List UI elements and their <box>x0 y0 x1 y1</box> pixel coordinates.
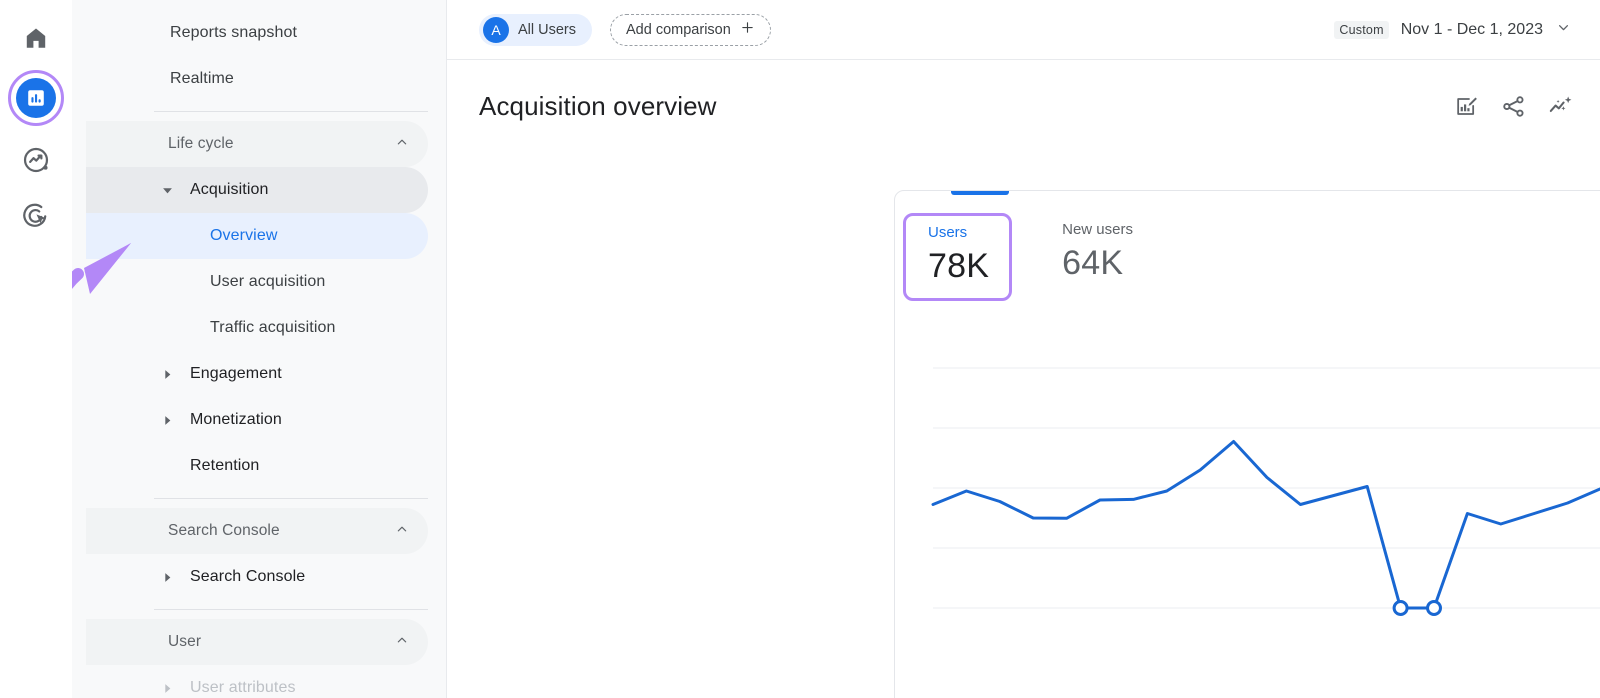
caret-right-icon <box>160 570 174 584</box>
sidebar-item-reports-snapshot[interactable]: Reports snapshot <box>86 10 428 56</box>
sidebar-item-label: Reports snapshot <box>86 24 297 42</box>
caret-down-icon <box>160 183 174 197</box>
date-range-picker[interactable]: Custom Nov 1 - Dec 1, 2023 <box>1334 19 1578 41</box>
nav-sidebar: Reports snapshot Realtime Life cycle Acq… <box>72 0 447 698</box>
top-toolbar: A All Users Add comparison Custom Nov 1 … <box>447 0 1600 60</box>
metric-tab-new-users[interactable]: New users 64K <box>1048 213 1147 293</box>
sidebar-item-engagement[interactable]: Engagement <box>86 351 428 397</box>
sidebar-item-label: Search Console <box>86 568 305 586</box>
main-content: A All Users Add comparison Custom Nov 1 … <box>447 0 1600 698</box>
acquisition-overview-card: Users 78K New users 64K <box>894 190 1600 698</box>
add-comparison-button[interactable]: Add comparison <box>610 14 771 46</box>
sidebar-item-label: Retention <box>86 457 259 475</box>
explore-icon[interactable] <box>12 136 60 184</box>
x-axis-tick-label: 19 <box>1526 622 1542 623</box>
sidebar-section-search-console[interactable]: Search Console <box>86 508 428 554</box>
sidebar-item-traffic-acquisition[interactable]: Traffic acquisition <box>86 305 428 351</box>
chevron-up-icon <box>394 632 410 653</box>
sidebar-item-label: Engagement <box>86 365 282 383</box>
edit-report-icon[interactable] <box>1454 94 1479 119</box>
x-axis-tick-label: 05 <box>1059 622 1075 623</box>
sidebar-item-acquisition[interactable]: Acquisition <box>86 167 428 213</box>
sidebar-section-user[interactable]: User <box>86 619 428 665</box>
page-header: Acquisition overview <box>447 60 1600 130</box>
metric-label: New users <box>1062 221 1133 238</box>
sidebar-item-monetization[interactable]: Monetization <box>86 397 428 443</box>
left-icon-rail <box>0 0 72 698</box>
analytics-app: Reports snapshot Realtime Life cycle Acq… <box>0 0 1600 698</box>
sidebar-item-label: Acquisition <box>86 181 268 199</box>
sidebar-item-retention[interactable]: Retention <box>86 443 428 489</box>
caret-right-icon <box>160 681 174 695</box>
chart-data-point-marker <box>1394 602 1407 615</box>
avatar: A <box>483 17 509 43</box>
insights-icon[interactable] <box>1548 93 1574 119</box>
sidebar-section-life-cycle[interactable]: Life cycle <box>86 121 428 167</box>
metric-value: 64K <box>1062 244 1133 283</box>
metric-value: 78K <box>928 247 989 286</box>
sidebar-item-realtime[interactable]: Realtime <box>86 56 428 102</box>
sidebar-item-user-attributes[interactable]: User attributes <box>86 665 428 698</box>
chevron-up-icon <box>394 134 410 155</box>
chart-line-users <box>933 416 1600 608</box>
sidebar-item-overview[interactable]: Overview <box>86 213 428 259</box>
chevron-up-icon <box>394 521 410 542</box>
users-over-time-chart: 02K4K6K8K05Nov121926 <box>895 323 1600 623</box>
caret-right-icon <box>160 413 174 427</box>
x-axis-tick-label: 12 <box>1292 622 1308 623</box>
reports-highlight-ring <box>8 70 64 126</box>
sidebar-item-label: Overview <box>86 227 277 245</box>
chart-data-point-marker <box>1428 602 1441 615</box>
add-comparison-label: Add comparison <box>626 22 731 38</box>
plus-icon <box>740 20 755 40</box>
all-users-chip[interactable]: A All Users <box>479 14 592 46</box>
page-title: Acquisition overview <box>479 91 717 122</box>
sidebar-divider <box>154 609 428 610</box>
sidebar-item-user-acquisition[interactable]: User acquisition <box>86 259 428 305</box>
metric-label: Users <box>928 224 989 241</box>
metric-tab-users[interactable]: Users 78K <box>903 213 1012 301</box>
home-icon[interactable] <box>12 14 60 62</box>
reports-icon[interactable] <box>8 70 64 126</box>
page-actions <box>1454 93 1574 119</box>
date-range-mode: Custom <box>1334 21 1388 39</box>
sidebar-item-search-console[interactable]: Search Console <box>86 554 428 600</box>
sidebar-section-label: User <box>86 633 201 651</box>
sidebar-section-label: Life cycle <box>86 135 234 153</box>
sidebar-item-label: User attributes <box>86 679 296 697</box>
sidebar-item-label: Monetization <box>86 411 282 429</box>
date-range-value: Nov 1 - Dec 1, 2023 <box>1401 21 1543 39</box>
sidebar-item-label: User acquisition <box>86 273 325 291</box>
metric-tabs: Users 78K New users 64K <box>895 191 1600 301</box>
caret-right-icon <box>160 367 174 381</box>
advertising-icon[interactable] <box>12 192 60 240</box>
all-users-label: All Users <box>518 22 576 38</box>
chevron-down-icon <box>1555 19 1572 41</box>
sidebar-divider <box>154 498 428 499</box>
sidebar-item-label: Traffic acquisition <box>86 319 336 337</box>
sidebar-divider <box>154 111 428 112</box>
share-icon[interactable] <box>1501 94 1526 119</box>
sidebar-section-label: Search Console <box>86 522 280 540</box>
sidebar-item-label: Realtime <box>86 70 234 88</box>
